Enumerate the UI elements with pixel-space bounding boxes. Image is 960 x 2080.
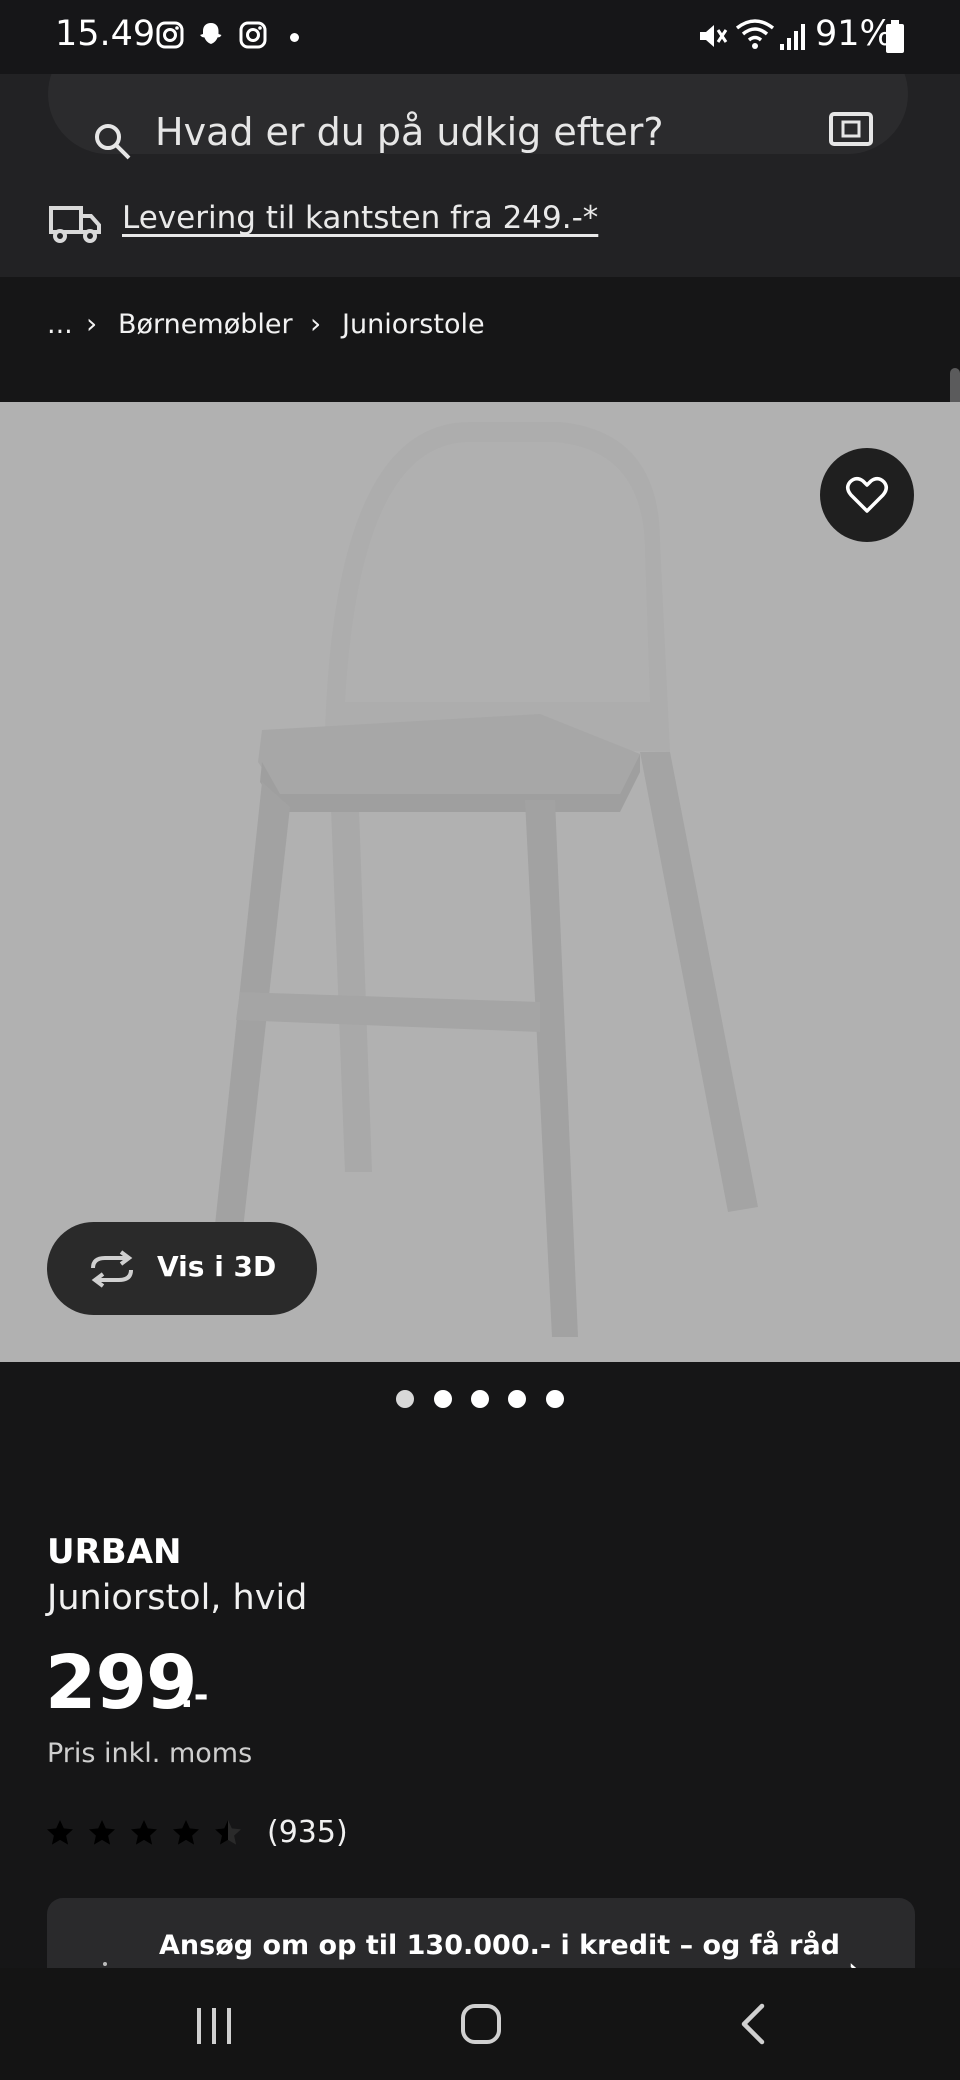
- product-description: Juniorstol, hvid: [47, 1578, 308, 1618]
- view-3d-label: Vis i 3D: [157, 1250, 277, 1283]
- camera-icon[interactable]: [828, 108, 874, 148]
- view-3d-button[interactable]: Vis i 3D: [47, 1222, 317, 1315]
- search-header: Hvad er du på udkig efter?: [0, 74, 960, 174]
- gallery-dot-1[interactable]: [396, 1390, 414, 1408]
- delivery-link[interactable]: Levering til kantsten fra 249.-*: [122, 200, 598, 236]
- breadcrumb-item-juniorstole[interactable]: Juniorstole: [342, 309, 485, 340]
- favorite-button[interactable]: [820, 448, 914, 542]
- battery-percent: 91%: [815, 14, 893, 54]
- gallery-dot-3[interactable]: [471, 1390, 489, 1408]
- status-bar: 15.49 91%: [0, 0, 960, 74]
- battery-icon: [886, 20, 904, 53]
- credit-text: Ansøg om op til 130.000.- i kredit – og …: [159, 1930, 841, 1961]
- product-brand: URBAN: [47, 1532, 182, 1572]
- gallery-dot-2[interactable]: [434, 1390, 452, 1408]
- search-input[interactable]: Hvad er du på udkig efter?: [48, 74, 908, 160]
- search-placeholder: Hvad er du på udkig efter?: [155, 110, 664, 154]
- chevron-right-icon: ›: [86, 307, 98, 340]
- instagram-icon: [156, 21, 184, 49]
- home-icon[interactable]: [459, 2002, 503, 2046]
- rotate-3d-icon: [91, 1250, 133, 1288]
- price-suffix: .-: [180, 1675, 209, 1716]
- gallery-dot-5[interactable]: [546, 1390, 564, 1408]
- recent-apps-icon[interactable]: [193, 2006, 235, 2046]
- truck-icon: [49, 206, 101, 243]
- instagram-icon: [239, 21, 267, 49]
- system-nav-bar: [0, 1968, 960, 2080]
- breadcrumb-item-bornemobler[interactable]: Børnemøbler: [118, 309, 293, 340]
- review-count[interactable]: (935): [267, 1815, 348, 1850]
- notification-dot: [290, 33, 299, 42]
- star-icon: [173, 1820, 199, 1845]
- star-icon: [89, 1820, 115, 1845]
- star-half-icon: [215, 1820, 241, 1845]
- back-icon[interactable]: [738, 2002, 768, 2046]
- star-icon: [131, 1820, 157, 1845]
- mute-icon: [700, 25, 728, 47]
- product-image[interactable]: [0, 402, 960, 1362]
- product-price: 299: [45, 1640, 197, 1726]
- vat-note: Pris inkl. moms: [47, 1738, 253, 1769]
- signal-icon: [780, 24, 805, 50]
- junior-chair-image: [210, 422, 758, 1337]
- search-icon: [95, 124, 131, 160]
- gallery-dot-4[interactable]: [508, 1390, 526, 1408]
- wifi-icon: [735, 19, 775, 49]
- status-time: 15.49: [55, 14, 156, 54]
- breadcrumb-ellipsis[interactable]: ...: [47, 309, 73, 340]
- star-icon: [47, 1820, 73, 1845]
- heart-icon: [846, 477, 888, 513]
- chevron-right-icon: ›: [310, 307, 322, 340]
- breadcrumb: ... › Børnemøbler › Juniorstole: [0, 277, 960, 402]
- delivery-banner[interactable]: Levering til kantsten fra 249.-*: [0, 174, 960, 277]
- snapchat-icon: [200, 23, 222, 44]
